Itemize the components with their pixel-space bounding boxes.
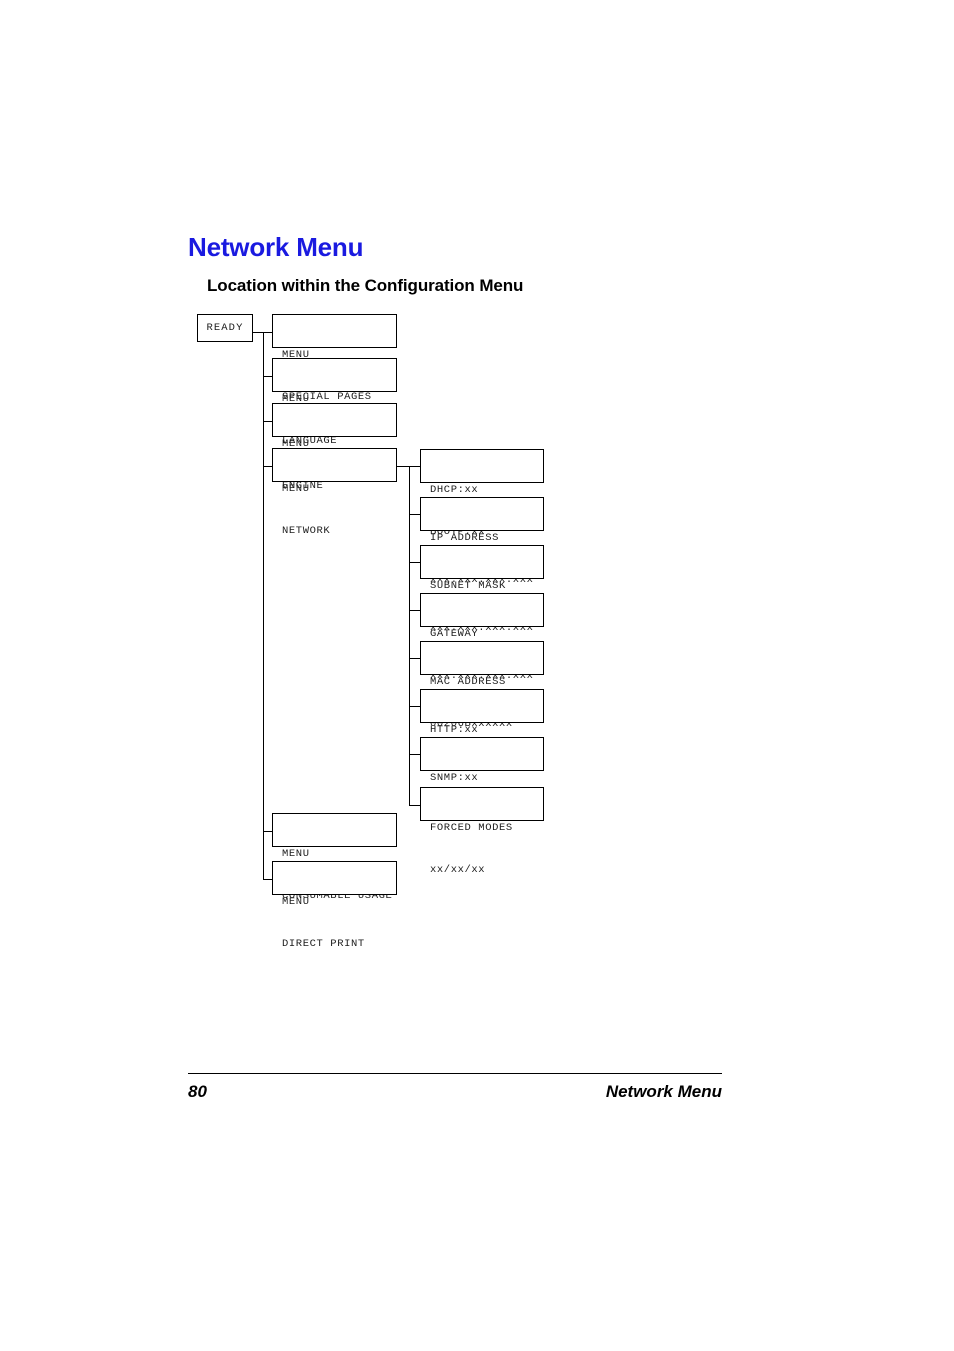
connector-main-trunk (263, 332, 264, 879)
node-line-1: SNMP:xx (430, 772, 479, 784)
node-line-2: DIRECT PRINT (282, 938, 365, 950)
configuration-menu-diagram: READY MENU SPECIAL PAGES MENU LANGUAGE M… (0, 0, 954, 1351)
diagram-node-mac-address: MAC ADDRESS 00206Bxxxxxx (420, 641, 544, 730)
node-line-2: NETWORK (282, 525, 331, 537)
diagram-node-menu-language: MENU LANGUAGE (272, 358, 397, 447)
diagram-node-ip-address: IP ADDRESS xxx.xxx.xxx.xxx (420, 497, 544, 586)
diagram-node-menu-engine: MENU ENGINE (272, 403, 397, 492)
node-line-1: MENU (282, 848, 310, 860)
diagram-node-dhcp-bootp: DHCP:xx BOOTP:xx (420, 449, 544, 538)
node-line-1: HTTP:xx (430, 724, 479, 736)
node-line-1: MENU (282, 896, 310, 908)
node-line-1: SUBNET MASK (430, 580, 506, 592)
diagram-node-menu-network: MENU NETWORK (272, 448, 397, 537)
node-line-2: xx/xx/xx (430, 864, 486, 876)
node-line-1: FORCED MODES (430, 822, 513, 834)
node-line-1: DHCP:xx (430, 484, 479, 496)
footer-page-number: 80 (188, 1082, 207, 1101)
footer-divider (188, 1073, 722, 1074)
diagram-node-ready: READY (197, 314, 253, 342)
node-line-1: MENU (282, 483, 310, 495)
node-line-1: IP ADDRESS (430, 532, 500, 544)
diagram-node-http: HTTP:xx (420, 689, 544, 736)
node-line-1: GATEWAY (430, 628, 479, 640)
diagram-node-forced-modes: FORCED MODES xx/xx/xx (420, 787, 544, 876)
footer-running-title: Network Menu (605, 1082, 722, 1101)
diagram-node-gateway: GATEWAY xxx.xxx.xxx.xxx (420, 593, 544, 682)
diagram-node-snmp: SNMP:xx (420, 737, 544, 784)
node-line-1: MAC ADDRESS (430, 676, 506, 688)
diagram-node-menu-special-pages: MENU SPECIAL PAGES (272, 314, 397, 403)
diagram-node-subnet-mask: SUBNET MASK xxx.xxx.xxx.xxx (420, 545, 544, 634)
document-page: Network Menu Location within the Configu… (0, 0, 954, 1351)
connector-network-subtrunk (409, 466, 410, 806)
diagram-node-menu-consumable-usage: MENU CONSUMABLE USAGE (272, 813, 397, 902)
diagram-node-menu-direct-print: MENU DIRECT PRINT (272, 861, 397, 950)
